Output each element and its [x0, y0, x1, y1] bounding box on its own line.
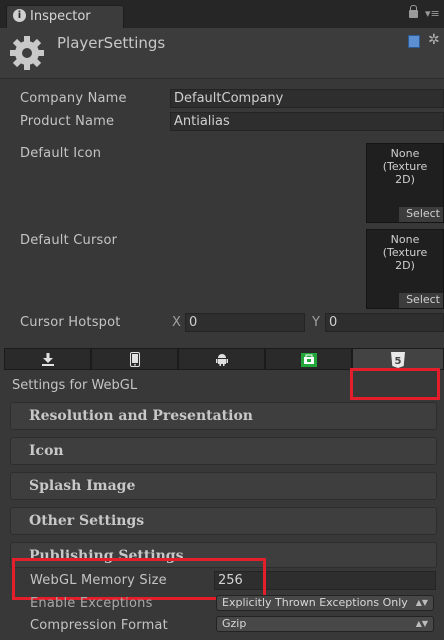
- memory-size-highlight: [12, 558, 266, 600]
- gear-icon: [10, 36, 44, 70]
- phone-icon: [129, 352, 140, 367]
- section-icon[interactable]: Icon: [10, 437, 437, 465]
- product-name-label: Product Name: [20, 114, 115, 129]
- settings-gear-icon[interactable]: ✲: [428, 32, 440, 48]
- section-other-settings[interactable]: Other Settings: [10, 507, 437, 535]
- page-title: PlayerSettings: [57, 34, 166, 52]
- company-name-field[interactable]: DefaultCompany: [170, 89, 444, 108]
- enable-exceptions-dropdown[interactable]: Explicitly Thrown Exceptions Only ▲▼: [216, 595, 434, 611]
- default-cursor-slot[interactable]: None (Texture 2D) Select: [366, 229, 444, 309]
- enable-exceptions-label: Enable Exceptions: [30, 596, 153, 611]
- hotspot-y-field[interactable]: 0: [325, 313, 444, 332]
- chevron-down-icon: ▲▼: [415, 619, 428, 628]
- compression-format-value: Gzip: [222, 617, 247, 630]
- product-name-field[interactable]: Antialias: [170, 112, 444, 131]
- html5-icon: 5: [391, 351, 405, 368]
- webgl-tab-highlight: [350, 368, 440, 400]
- tab-webgl[interactable]: 5: [352, 348, 444, 370]
- section-resolution[interactable]: Resolution and Presentation: [10, 402, 437, 430]
- inspector-header: PlayerSettings ✲: [0, 28, 444, 78]
- platform-tabs: 5: [4, 348, 444, 370]
- tab-inspector[interactable]: i Inspector: [6, 5, 124, 28]
- tab-menu-icon[interactable]: ▾≡: [425, 7, 440, 20]
- default-cursor-select-button[interactable]: Select: [399, 293, 443, 308]
- texture-type-text: (Texture: [382, 246, 428, 259]
- android-icon: [215, 354, 228, 366]
- info-icon: i: [13, 9, 26, 22]
- chevron-down-icon: ▲▼: [415, 598, 428, 607]
- lock-icon[interactable]: [409, 5, 418, 18]
- hotspot-y-label: Y: [312, 315, 320, 330]
- tab-windows-store[interactable]: [265, 348, 352, 370]
- texture-none-text: None: [390, 147, 420, 160]
- compression-format-dropdown[interactable]: Gzip ▲▼: [216, 616, 434, 632]
- download-icon: [41, 353, 54, 366]
- tab-ios[interactable]: [91, 348, 178, 370]
- settings-for-label: Settings for WebGL: [12, 378, 138, 393]
- section-splash-image[interactable]: Splash Image: [10, 472, 437, 500]
- texture-type-text: (Texture: [382, 160, 428, 173]
- texture-none-text: None: [390, 233, 420, 246]
- texture-type-text-2: 2D): [395, 259, 415, 272]
- hotspot-x-label: X: [172, 315, 181, 330]
- help-book-icon[interactable]: [408, 35, 420, 48]
- default-icon-slot[interactable]: None (Texture 2D) Select: [366, 143, 444, 223]
- window-tab-bar: i Inspector ▾≡: [0, 0, 444, 28]
- hotspot-x-field[interactable]: 0: [185, 313, 305, 332]
- compression-format-label: Compression Format: [30, 618, 168, 633]
- divider: [0, 78, 444, 79]
- default-cursor-label: Default Cursor: [20, 233, 118, 248]
- tab-standalone[interactable]: [4, 348, 91, 370]
- tab-inspector-label: Inspector: [30, 9, 91, 24]
- cursor-hotspot-label: Cursor Hotspot: [20, 315, 121, 330]
- tab-android[interactable]: [178, 348, 265, 370]
- company-name-label: Company Name: [20, 91, 127, 106]
- enable-exceptions-value: Explicitly Thrown Exceptions Only: [222, 596, 408, 609]
- svg-text:5: 5: [395, 356, 402, 367]
- texture-type-text-2: 2D): [395, 173, 415, 186]
- default-icon-label: Default Icon: [20, 146, 102, 161]
- windows-store-icon: [300, 352, 317, 367]
- default-icon-select-button[interactable]: Select: [399, 207, 443, 222]
